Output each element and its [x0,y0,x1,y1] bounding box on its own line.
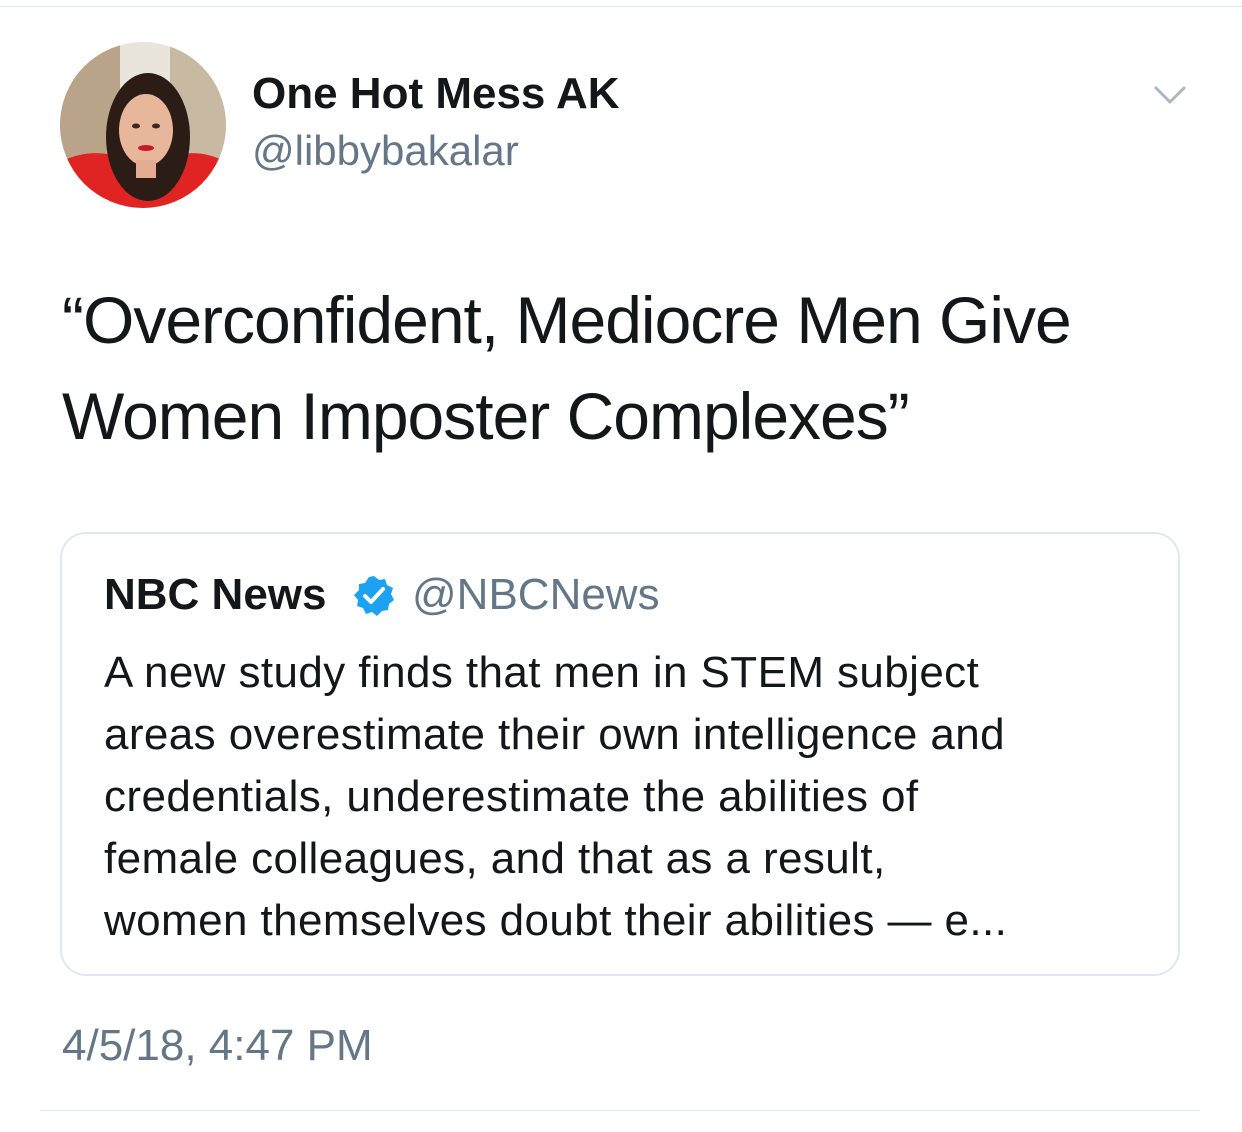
author-avatar[interactable] [60,42,226,208]
top-divider [0,6,1242,7]
bottom-divider [40,1110,1200,1111]
verified-badge-icon [352,574,396,618]
chevron-down-icon[interactable] [1150,78,1190,114]
quoted-text-line: women themselves doubt their abilities —… [104,896,1008,945]
quoted-text-line: areas overestimate their own intelligenc… [104,710,1005,759]
tweet-text-line: “Overconfident, Mediocre Men Give [62,283,1072,357]
author-display-name[interactable]: One Hot Mess AK [252,66,620,122]
tweet-text: “Overconfident, Mediocre Men Give Women … [62,272,1182,464]
quoted-tweet-card[interactable]: NBC News @NBCNews A new study finds that… [60,532,1180,976]
quoted-text-line: female colleagues, and that as a result, [104,834,886,883]
tweet-text-line: Women Imposter Complexes” [62,379,910,453]
quoted-handle: @NBCNews [412,570,660,619]
quoted-text-line: credentials, underestimate the abilities… [104,772,919,821]
quoted-display-name: NBC News [104,570,327,619]
author-handle[interactable]: @libbybakalar [252,124,519,178]
quoted-text-line: A new study finds that men in STEM subje… [104,648,980,697]
avatar-photo [60,42,226,208]
tweet-timestamp[interactable]: 4/5/18, 4:47 PM [62,1018,373,1074]
quoted-tweet-text: A new study finds that men in STEM subje… [104,642,1154,952]
